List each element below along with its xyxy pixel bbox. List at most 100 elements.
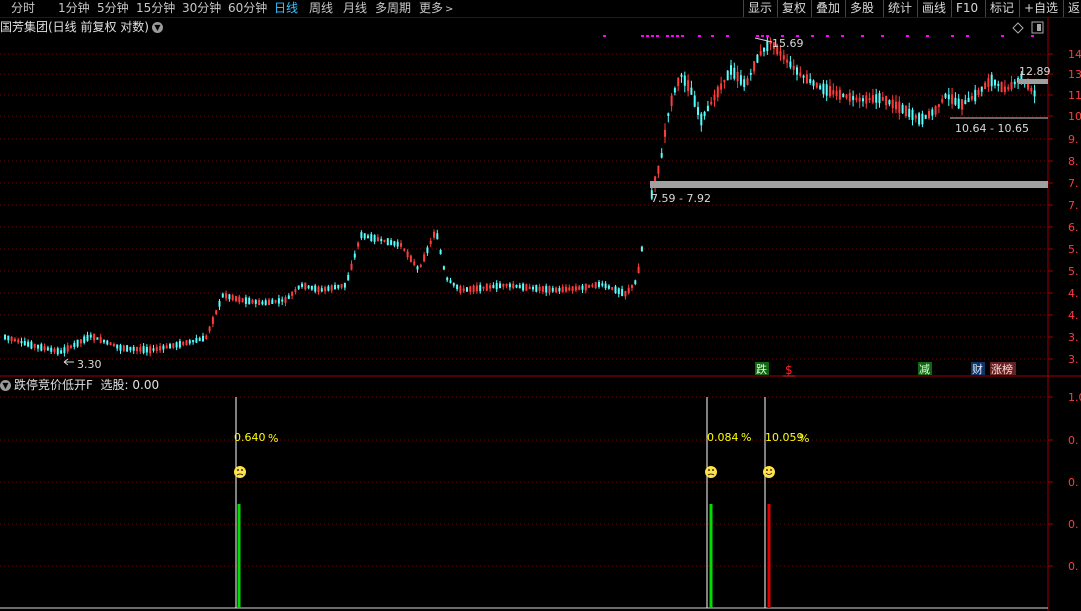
candle-body [396, 241, 399, 247]
candle-body [126, 345, 129, 352]
candle-body [406, 251, 409, 258]
candle-body [479, 284, 482, 292]
add-watchlist-button[interactable]: +自选 [1019, 0, 1063, 17]
event-limit-up-text: 涨榜 [991, 362, 1013, 376]
display-button[interactable]: 显示 [743, 0, 777, 17]
candle-body [274, 300, 277, 303]
candle-body [842, 94, 845, 98]
candle-body [568, 287, 571, 291]
tab-timeshare[interactable]: 分时 [11, 0, 35, 17]
signal-1[interactable]: 0.640 % [234, 397, 278, 608]
candle-body [555, 287, 558, 293]
candle-body [947, 94, 950, 100]
candle-body [931, 109, 934, 116]
chevron-down-icon[interactable]: ▼ [152, 22, 163, 33]
f10-button[interactable]: F10 [951, 0, 985, 17]
candle-body [759, 50, 762, 56]
candle-body [7, 335, 10, 341]
candle-body [700, 113, 703, 126]
signal-dot [861, 35, 864, 37]
candle-body [802, 75, 805, 78]
mark-button[interactable]: 标记 [985, 0, 1019, 17]
candle-body [66, 345, 69, 352]
candle-body [951, 94, 954, 104]
candle-body [561, 286, 564, 293]
price-tick-label: 10. [1068, 110, 1081, 123]
draw-line-button[interactable]: 画线 [917, 0, 951, 17]
back-button[interactable]: 返回 [1063, 0, 1081, 17]
candle-body [723, 79, 726, 83]
signal-3[interactable]: 10.059 % [763, 397, 809, 608]
sad-face-icon [234, 466, 246, 478]
signal-dot [826, 35, 829, 37]
candle-body [60, 350, 63, 354]
candle-body [584, 283, 587, 291]
candle-body [426, 247, 429, 253]
tab-multi-period[interactable]: 多周期 [375, 0, 411, 17]
window-toggle-icon[interactable] [1031, 21, 1044, 34]
candle-body [205, 335, 208, 339]
event-marker-dollar[interactable]: $ [785, 363, 793, 377]
candle-body [888, 100, 891, 105]
candle-body [83, 336, 86, 343]
candle-body [1007, 87, 1010, 90]
candle-body [627, 287, 630, 294]
event-marker-limit-up[interactable]: 涨榜 [990, 362, 1016, 376]
candle-body [1003, 86, 1006, 92]
candle-body [782, 55, 785, 60]
tab-60min[interactable]: 60分钟 [228, 0, 267, 17]
candle-body [789, 61, 792, 68]
candle-body [822, 83, 825, 95]
candle-body [390, 240, 393, 245]
candle-body [192, 340, 195, 343]
candle-body [122, 345, 125, 351]
candle-body [337, 284, 340, 289]
signal-3-unit: % [799, 432, 809, 445]
happy-face-icon [763, 466, 775, 478]
tab-5min[interactable]: 5分钟 [97, 0, 129, 17]
candle-body [845, 94, 848, 99]
candle-body [673, 88, 676, 93]
statistics-button[interactable]: 统计 [883, 0, 917, 17]
diamond-icon[interactable] [1012, 22, 1024, 34]
chart-title-bar: 国芳集团(日线 前复权 对数) ▼ [0, 18, 163, 36]
tab-daily[interactable]: 日线 [274, 0, 298, 17]
event-marker-reduce[interactable]: 减 [918, 362, 932, 376]
candle-body [37, 344, 39, 349]
tab-1min[interactable]: 1分钟 [58, 0, 90, 17]
candle-body [40, 344, 43, 351]
price-tick-label: 6. [1068, 221, 1079, 234]
candle-body [881, 97, 884, 101]
price-grid [0, 53, 1048, 360]
adjust-button[interactable]: 复权 [777, 0, 811, 17]
tab-weekly[interactable]: 周线 [309, 0, 333, 17]
chevron-down-icon[interactable]: ▼ [0, 380, 11, 391]
signal-dot [926, 35, 929, 37]
candle-body [228, 294, 231, 300]
tab-30min[interactable]: 30分钟 [182, 0, 221, 17]
candle-body [710, 101, 713, 105]
candle-body [63, 347, 66, 354]
multi-stock-button[interactable]: 多股 [845, 0, 883, 17]
overlay-button[interactable]: 叠加 [811, 0, 845, 17]
candle-body [901, 104, 904, 114]
candle-body [713, 94, 716, 101]
tab-more[interactable]: 更多 > [419, 0, 453, 17]
event-marker-finance[interactable]: 财 [971, 362, 985, 376]
candle-body [805, 74, 808, 84]
tab-15min[interactable]: 15分钟 [136, 0, 175, 17]
candle-body [796, 67, 798, 75]
signal-dots [603, 35, 1034, 37]
price-tick-label: 5. [1068, 243, 1079, 256]
candle-body [301, 283, 303, 287]
signal-2[interactable]: 0.084 % [705, 397, 751, 608]
price-chart[interactable]: 14. 13. 11. 10. 9. 8. 7. 7. 6. 5. 5. 4. 4. 3. 3. 7.59 … [0, 0, 1081, 611]
candle-body [376, 237, 379, 242]
tab-monthly[interactable]: 月线 [343, 0, 367, 17]
signal-dot [906, 35, 909, 37]
candle-body [244, 297, 247, 304]
candle-body [667, 113, 670, 116]
candle-body [779, 51, 782, 56]
event-marker-fall[interactable]: 跌 [755, 362, 769, 376]
candle-body [475, 285, 478, 292]
